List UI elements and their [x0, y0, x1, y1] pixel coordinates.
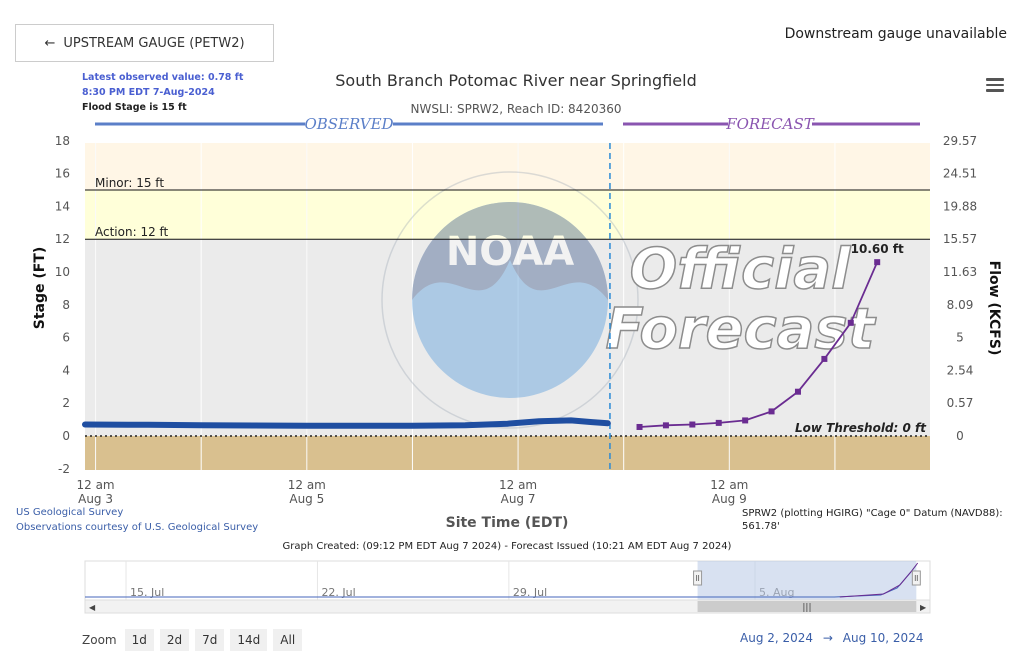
watermark-word-1: Official	[630, 237, 851, 302]
datum-note-line-1: SPRW2 (plotting HGIRG) "Cage 0" Datum (N…	[742, 508, 1003, 519]
zoom-2d-button[interactable]: 2d	[159, 629, 190, 651]
y-tick-label: -2	[58, 462, 70, 476]
x-tick-sublabel: Aug 3	[78, 492, 113, 506]
date-range-from[interactable]: Aug 2, 2024	[740, 631, 813, 645]
forecast-point	[662, 422, 669, 429]
forecast-point	[821, 355, 828, 362]
scrollbar-grip-icon: |||	[802, 603, 811, 613]
source-line-2: Observations courtesy of U.S. Geological…	[16, 522, 258, 533]
zoom-all-button[interactable]: All	[273, 629, 303, 651]
x-tick-label: 12 am	[76, 478, 114, 492]
y2-axis-title: Flow (KCFS)	[986, 261, 1002, 356]
zoom-1d-button[interactable]: 1d	[124, 629, 154, 651]
watermark-logo-text: NOAA	[446, 229, 574, 275]
y2-tick-label: 2.54	[947, 363, 974, 377]
navigator-handle-left[interactable]	[693, 570, 703, 586]
datum-note-line-2: 561.78'	[742, 521, 780, 532]
action-threshold-label: Action: 12 ft	[95, 225, 169, 239]
below-low-band	[85, 436, 930, 470]
x-axis-title: Site Time (EDT)	[446, 515, 569, 531]
zoom-7d-button[interactable]: 7d	[195, 629, 225, 651]
handle-body	[693, 570, 703, 586]
y2-tick-label: 11.63	[943, 265, 977, 279]
y2-tick-label: 24.51	[943, 167, 977, 181]
y2-tick-label: 29.57	[943, 134, 977, 148]
y2-tick-label: 0.57	[947, 396, 974, 410]
y2-tick-label: 15.57	[943, 232, 977, 246]
y-tick-label: 2	[62, 396, 70, 410]
y-tick-label: 8	[62, 298, 70, 312]
minor-threshold-label: Minor: 15 ft	[95, 176, 164, 190]
navigator-handle-right[interactable]	[911, 570, 921, 586]
hydrograph-chart: NOAA OfficialForecast Minor: 15 ft Action: …	[16, 71, 1003, 614]
y-tick-label: 14	[55, 199, 70, 213]
x-tick-sublabel: Aug 7	[501, 492, 536, 506]
y-tick-label: 18	[55, 134, 70, 148]
created-note: Graph Created: (09:12 PM EDT Aug 7 2024)…	[283, 541, 732, 552]
x-tick-label: 12 am	[499, 478, 537, 492]
x-tick-sublabel: Aug 9	[712, 492, 747, 506]
zoom-controls: Zoom 1d 2d 7d 14d All	[82, 629, 308, 651]
forecast-point	[794, 388, 801, 395]
forecast-point	[847, 319, 854, 326]
y2-tick-label: 0	[956, 429, 964, 443]
x-tick-label: 12 am	[288, 478, 326, 492]
forecast-point	[874, 259, 881, 266]
scroll-right-icon[interactable]: ▶	[920, 603, 927, 612]
x-tick-sublabel: Aug 5	[289, 492, 324, 506]
y-tick-label: 10	[55, 265, 70, 279]
y-tick-label: 4	[62, 363, 70, 377]
y2-tick-label: 5	[956, 331, 964, 345]
y-tick-label: 0	[62, 429, 70, 443]
observed-header: OBSERVED	[304, 115, 393, 133]
source-line-1: US Geological Survey	[16, 507, 123, 518]
forecast-point	[636, 423, 643, 430]
y-tick-label: 16	[55, 167, 70, 181]
zoom-label: Zoom	[82, 633, 117, 647]
chart-subtitle: NWSLI: SPRW2, Reach ID: 8420360	[410, 102, 621, 116]
y-tick-label: 6	[62, 331, 70, 345]
y-tick-label: 12	[55, 232, 70, 246]
forecast-point	[742, 417, 749, 424]
forecast-point	[768, 408, 775, 415]
forecast-header: FORECAST	[725, 115, 815, 133]
low-threshold-label: Low Threshold: 0 ft	[795, 421, 927, 435]
y2-tick-label: 8.09	[947, 298, 974, 312]
y-axis-title: Stage (FT)	[32, 247, 48, 330]
forecast-peak-label: 10.60 ft	[851, 242, 904, 256]
watermark-word-2: Forecast	[605, 297, 876, 362]
above-minor-band	[85, 143, 930, 190]
forecast-point	[715, 419, 722, 426]
date-range-arrow: →	[822, 631, 833, 645]
scroll-left-icon[interactable]: ◀	[89, 603, 96, 612]
zoom-14d-button[interactable]: 14d	[230, 629, 268, 651]
x-tick-label: 12 am	[710, 478, 748, 492]
chart-title: South Branch Potomac River near Springfi…	[335, 71, 696, 90]
date-range: Aug 2, 2024 → Aug 10, 2024	[740, 631, 923, 645]
handle-body	[911, 570, 921, 586]
forecast-point	[689, 421, 696, 428]
date-range-to[interactable]: Aug 10, 2024	[843, 631, 924, 645]
y2-tick-label: 19.88	[943, 199, 977, 213]
